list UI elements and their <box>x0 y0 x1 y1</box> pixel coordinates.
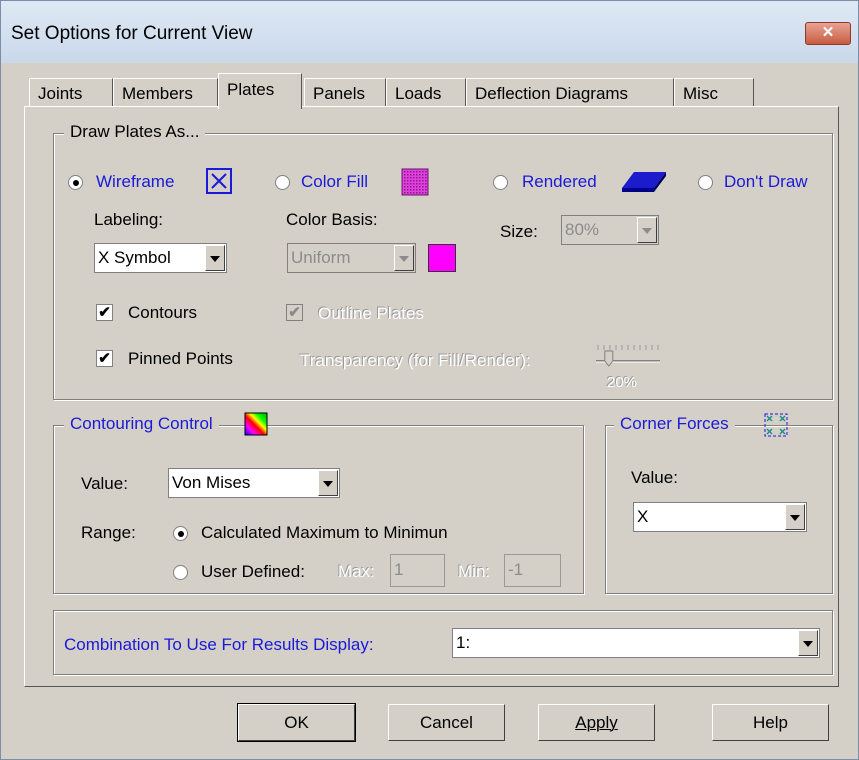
contour-gradient-icon <box>244 412 268 436</box>
contour-value-select[interactable]: Von Mises <box>168 468 340 498</box>
range-user-defined-label[interactable]: User Defined: <box>201 562 305 582</box>
tab-misc[interactable]: Misc <box>674 78 754 108</box>
contour-value-label: Value: <box>81 474 128 493</box>
tab-loads[interactable]: Loads <box>386 78 466 108</box>
window-title: Set Options for Current View <box>11 23 253 44</box>
color-basis-label: Color Basis: <box>286 210 378 229</box>
tab-panels[interactable]: Panels <box>304 78 386 108</box>
transparency-value: 20% <box>607 374 638 391</box>
plates-tab-panel: Draw Plates As... Wireframe Color Fill R… <box>24 106 839 687</box>
range-calculated-radio[interactable] <box>173 526 188 541</box>
size-label: Size: <box>500 222 538 241</box>
chevron-down-icon[interactable] <box>785 504 805 530</box>
combination-group: Combination To Use For Results Display: … <box>53 610 833 675</box>
min-input[interactable]: -1 <box>504 554 561 587</box>
outline-plates-checkbox[interactable]: ✔ <box>286 304 303 321</box>
draw-plates-group: Draw Plates As... Wireframe Color Fill R… <box>53 122 833 400</box>
contouring-control-group: Contouring Control Value: Von Mises Rang… <box>53 412 584 594</box>
dont-draw-label[interactable]: Don't Draw <box>724 172 808 192</box>
wireframe-radio[interactable] <box>68 175 83 190</box>
ok-button[interactable]: OK <box>237 703 356 742</box>
contours-checkbox[interactable]: ✔ <box>96 304 113 321</box>
dialog-window: Set Options for Current View ✕ Joints Me… <box>0 0 859 760</box>
corner-forces-icon <box>763 412 789 438</box>
dont-draw-radio[interactable] <box>698 175 713 190</box>
draw-plates-title: Draw Plates As... <box>64 122 206 142</box>
color-fill-radio[interactable] <box>275 175 290 190</box>
max-input[interactable]: 1 <box>390 554 445 587</box>
wireframe-icon <box>206 168 232 194</box>
corner-forces-group: Corner Forces Value: X <box>605 413 833 594</box>
min-label: Min: <box>458 562 491 581</box>
chevron-down-icon <box>394 245 414 271</box>
uniform-color-swatch[interactable] <box>428 244 456 272</box>
pinned-points-checkbox[interactable]: ✔ <box>96 350 113 367</box>
rendered-radio[interactable] <box>493 175 508 190</box>
labeling-select[interactable]: X Symbol <box>94 243 227 273</box>
close-button[interactable]: ✕ <box>805 22 851 45</box>
cancel-button[interactable]: Cancel <box>388 704 505 741</box>
transparency-slider[interactable] <box>592 341 664 367</box>
tab-members[interactable]: Members <box>113 78 218 108</box>
pinned-points-label[interactable]: Pinned Points <box>128 349 233 369</box>
outline-plates-label: Outline Plates <box>318 304 424 323</box>
help-button[interactable]: Help <box>712 704 829 741</box>
rendered-label[interactable]: Rendered <box>522 172 597 192</box>
chevron-down-icon[interactable] <box>798 630 818 656</box>
combination-select[interactable]: 1: <box>452 628 820 658</box>
chevron-down-icon[interactable] <box>318 470 338 496</box>
wireframe-label[interactable]: Wireframe <box>96 172 174 192</box>
tab-plates[interactable]: Plates <box>218 73 302 109</box>
chevron-down-icon[interactable] <box>205 245 225 271</box>
title-bar[interactable]: Set Options for Current View ✕ <box>1 1 858 63</box>
tab-deflection-diagrams[interactable]: Deflection Diagrams <box>466 78 674 108</box>
transparency-label: Transparency (for Fill/Render): <box>300 351 531 370</box>
combination-label: Combination To Use For Results Display: <box>64 635 374 654</box>
size-select[interactable]: 80% <box>561 215 659 245</box>
color-basis-select[interactable]: Uniform <box>287 243 416 273</box>
corner-forces-value-select[interactable]: X <box>633 502 807 532</box>
chevron-down-icon <box>637 217 657 243</box>
corner-forces-title: Corner Forces <box>614 414 735 434</box>
labeling-label: Labeling: <box>94 210 164 229</box>
rendered-icon <box>620 170 668 194</box>
close-icon: ✕ <box>821 24 835 41</box>
contouring-control-title: Contouring Control <box>64 414 219 434</box>
color-fill-label[interactable]: Color Fill <box>301 172 368 192</box>
color-fill-icon <box>401 168 429 196</box>
tab-joints[interactable]: Joints <box>29 78 113 108</box>
apply-button[interactable]: Apply <box>538 704 655 741</box>
max-label: Max: <box>338 562 375 581</box>
corner-forces-value-label: Value: <box>631 468 678 487</box>
range-user-defined-radio[interactable] <box>173 565 188 580</box>
contours-label[interactable]: Contours <box>128 303 197 323</box>
range-calculated-label[interactable]: Calculated Maximum to Minimun <box>201 523 448 543</box>
range-label: Range: <box>81 523 136 542</box>
